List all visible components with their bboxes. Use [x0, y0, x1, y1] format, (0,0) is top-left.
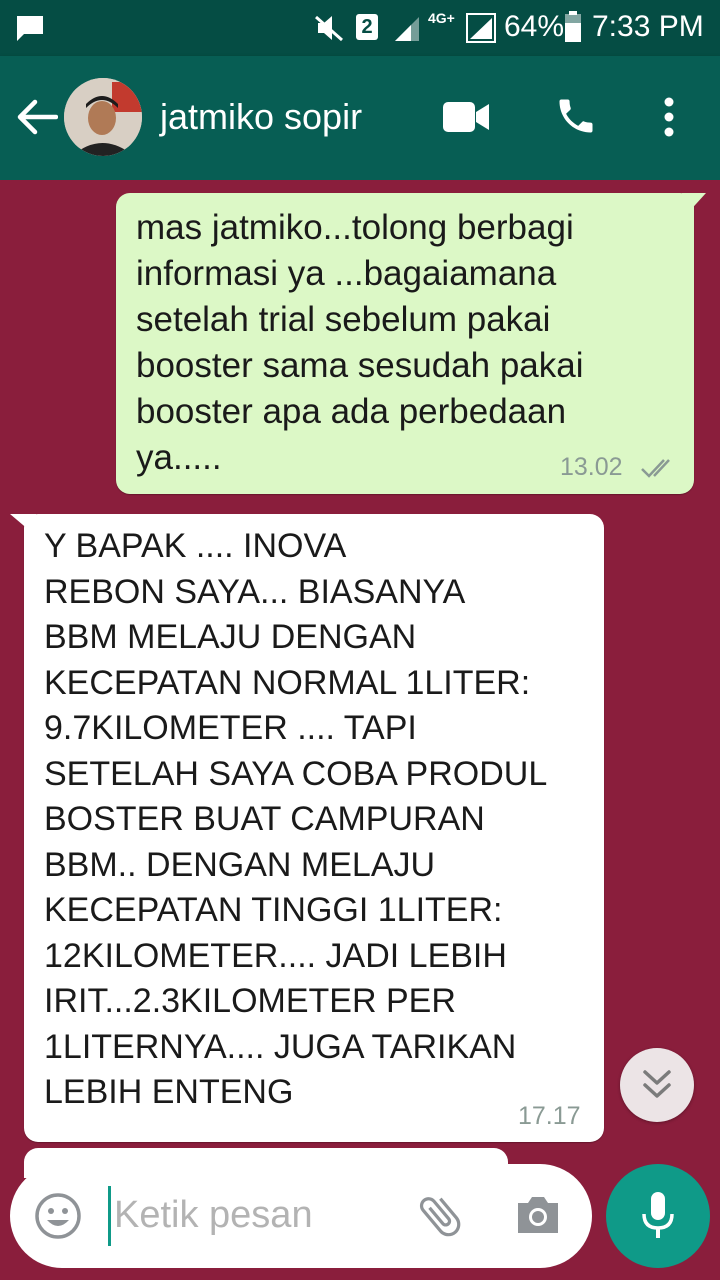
mic-icon	[642, 1192, 674, 1238]
incoming-message[interactable]: Y BAPAK .... INOVA REBON SAYA... BIASANY…	[10, 514, 604, 1142]
status-bar: 2 4G+ 64% 7:33 PM	[0, 0, 720, 56]
phone-icon[interactable]	[554, 94, 598, 138]
video-call-icon[interactable]	[442, 100, 490, 134]
message-input[interactable]: Ketik pesan	[114, 1194, 313, 1237]
attach-icon[interactable]	[414, 1190, 466, 1242]
message-text: Y BAPAK .... INOVA REBON SAYA... BIASANY…	[44, 527, 548, 1111]
contact-name[interactable]: jatmiko sopir	[160, 96, 362, 138]
network-type: 4G+	[428, 10, 455, 26]
text-cursor	[108, 1186, 111, 1246]
back-arrow-icon[interactable]	[16, 98, 58, 136]
battery-percent: 64%	[504, 10, 565, 43]
sim-badge: 2	[356, 14, 378, 40]
chat-header: jatmiko sopir	[0, 56, 720, 180]
camera-icon[interactable]	[514, 1194, 562, 1236]
sim-badge-label: 2	[361, 16, 373, 38]
message-time: 17.17	[518, 1102, 581, 1130]
clock: 7:33 PM	[592, 10, 704, 43]
signal-icon	[466, 13, 496, 43]
scroll-down-icon	[643, 1070, 671, 1098]
outgoing-message[interactable]: mas jatmiko...tolong berbagi informasi y…	[116, 193, 706, 494]
chat-notification-icon	[17, 16, 43, 41]
message-text: mas jatmiko...tolong berbagi informasi y…	[136, 208, 584, 477]
more-vert-icon[interactable]	[662, 96, 676, 138]
scroll-down-button[interactable]	[620, 1048, 694, 1122]
signal-icon	[395, 17, 419, 41]
message-time: 13.02	[560, 453, 623, 481]
bubble-tail	[10, 514, 36, 536]
battery-icon	[565, 11, 581, 42]
emoji-icon[interactable]	[34, 1192, 82, 1240]
mute-icon	[315, 15, 343, 42]
voice-message-button[interactable]	[606, 1164, 710, 1268]
double-check-icon	[641, 459, 670, 478]
message-composer: Ketik pesan	[10, 1164, 592, 1268]
avatar[interactable]	[64, 78, 142, 156]
